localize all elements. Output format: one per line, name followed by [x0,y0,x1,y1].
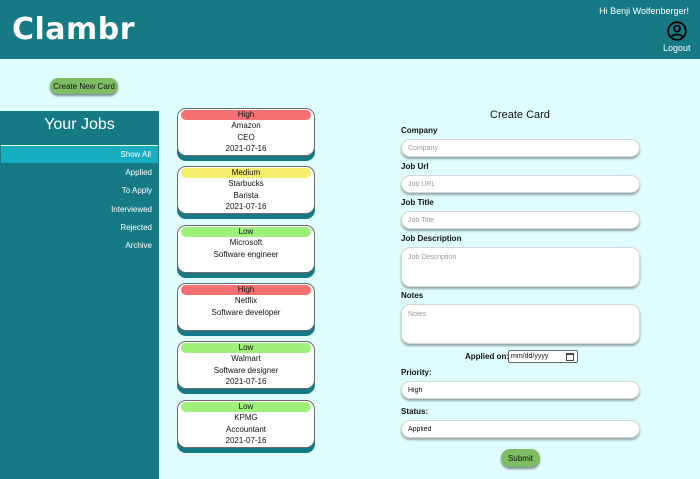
job-description-input[interactable] [401,247,640,287]
submit-button[interactable]: Submit [501,449,540,467]
sidebar-title: Your Jobs [44,116,115,133]
notes-label: Notes [401,291,424,300]
card-company: Netflix [234,296,258,305]
job-card[interactable]: Medium Starbucks Barista 2021-07-16 [177,166,315,214]
logout-link[interactable]: Logout [663,43,691,53]
card-date: 2021-07-16 [225,377,267,386]
notes-input[interactable] [401,304,640,344]
job-card[interactable]: Low KPMG Accountant 2021-07-16 [177,400,315,448]
card-job-title: Accountant [225,424,267,434]
card-job-title: Software designer [213,365,279,375]
priority-badge: High [181,285,311,295]
sidebar-item-rejected[interactable]: Rejected [0,219,159,237]
form-title: Create Card [490,109,550,121]
priority-badge: Low [181,227,311,237]
card-date: 2021-07-16 [225,202,267,211]
date-placeholder: mm/dd/yyyy [511,353,549,360]
card-company: Starbucks [228,179,264,188]
job-title-label: Job Title [401,198,434,207]
card-job-title: Software engineer [213,249,279,259]
card-company: Microsoft [229,238,263,247]
user-greeting: Hi Benji Wolfenberger! [599,6,689,16]
sidebar-item-interviewed[interactable]: Interviewed [0,201,159,219]
sidebar-item-to-apply[interactable]: To Apply [0,182,159,200]
card-job-title: CEO [237,132,255,142]
job-url-input[interactable] [401,175,640,193]
job-description-label: Job Description [401,234,462,243]
job-card[interactable]: Low Walmart Software designer 2021-07-16 [177,341,315,389]
status-label: Status: [401,407,429,416]
jobs-sidebar: Your Jobs Show All Applied To Apply Inte… [0,111,159,479]
priority-label: Priority: [401,368,432,377]
sidebar-item-applied[interactable]: Applied [0,164,159,182]
job-url-label: Job Url [401,162,429,171]
sidebar-item-archive[interactable]: Archive [0,237,159,255]
job-title-input[interactable] [401,211,640,229]
app-logo: Clambr [12,12,136,47]
create-new-card-button[interactable]: Create New Card [50,78,118,94]
applied-date-input[interactable]: mm/dd/yyyy [508,350,578,363]
app-header: Clambr Hi Benji Wolfenberger! Logout [0,0,700,59]
card-job-title: Barista [233,190,259,200]
job-card[interactable]: High Netflix Software developer [177,283,315,331]
priority-badge: Low [181,343,311,353]
applied-on-label: Applied on: [465,352,509,361]
card-date: 2021-07-16 [225,144,267,153]
card-date: 2021-07-16 [225,436,267,445]
sidebar-item-show-all[interactable]: Show All [1,145,158,163]
card-job-title: Software developer [211,307,281,317]
priority-badge: Low [181,402,311,412]
company-input[interactable] [401,139,640,157]
company-label: Company [401,126,438,135]
job-card[interactable]: High Amazon CEO 2021-07-16 [177,108,315,156]
priority-badge: Medium [181,168,311,178]
card-company: Walmart [231,354,261,363]
job-card[interactable]: Low Microsoft Software engineer [177,225,315,273]
card-company: Amazon [231,121,261,130]
priority-badge: High [181,110,311,120]
status-input[interactable] [401,420,640,438]
card-company: KPMG [234,413,258,422]
user-account-icon[interactable] [667,21,687,41]
calendar-icon[interactable] [566,353,574,361]
priority-input[interactable] [401,381,640,399]
